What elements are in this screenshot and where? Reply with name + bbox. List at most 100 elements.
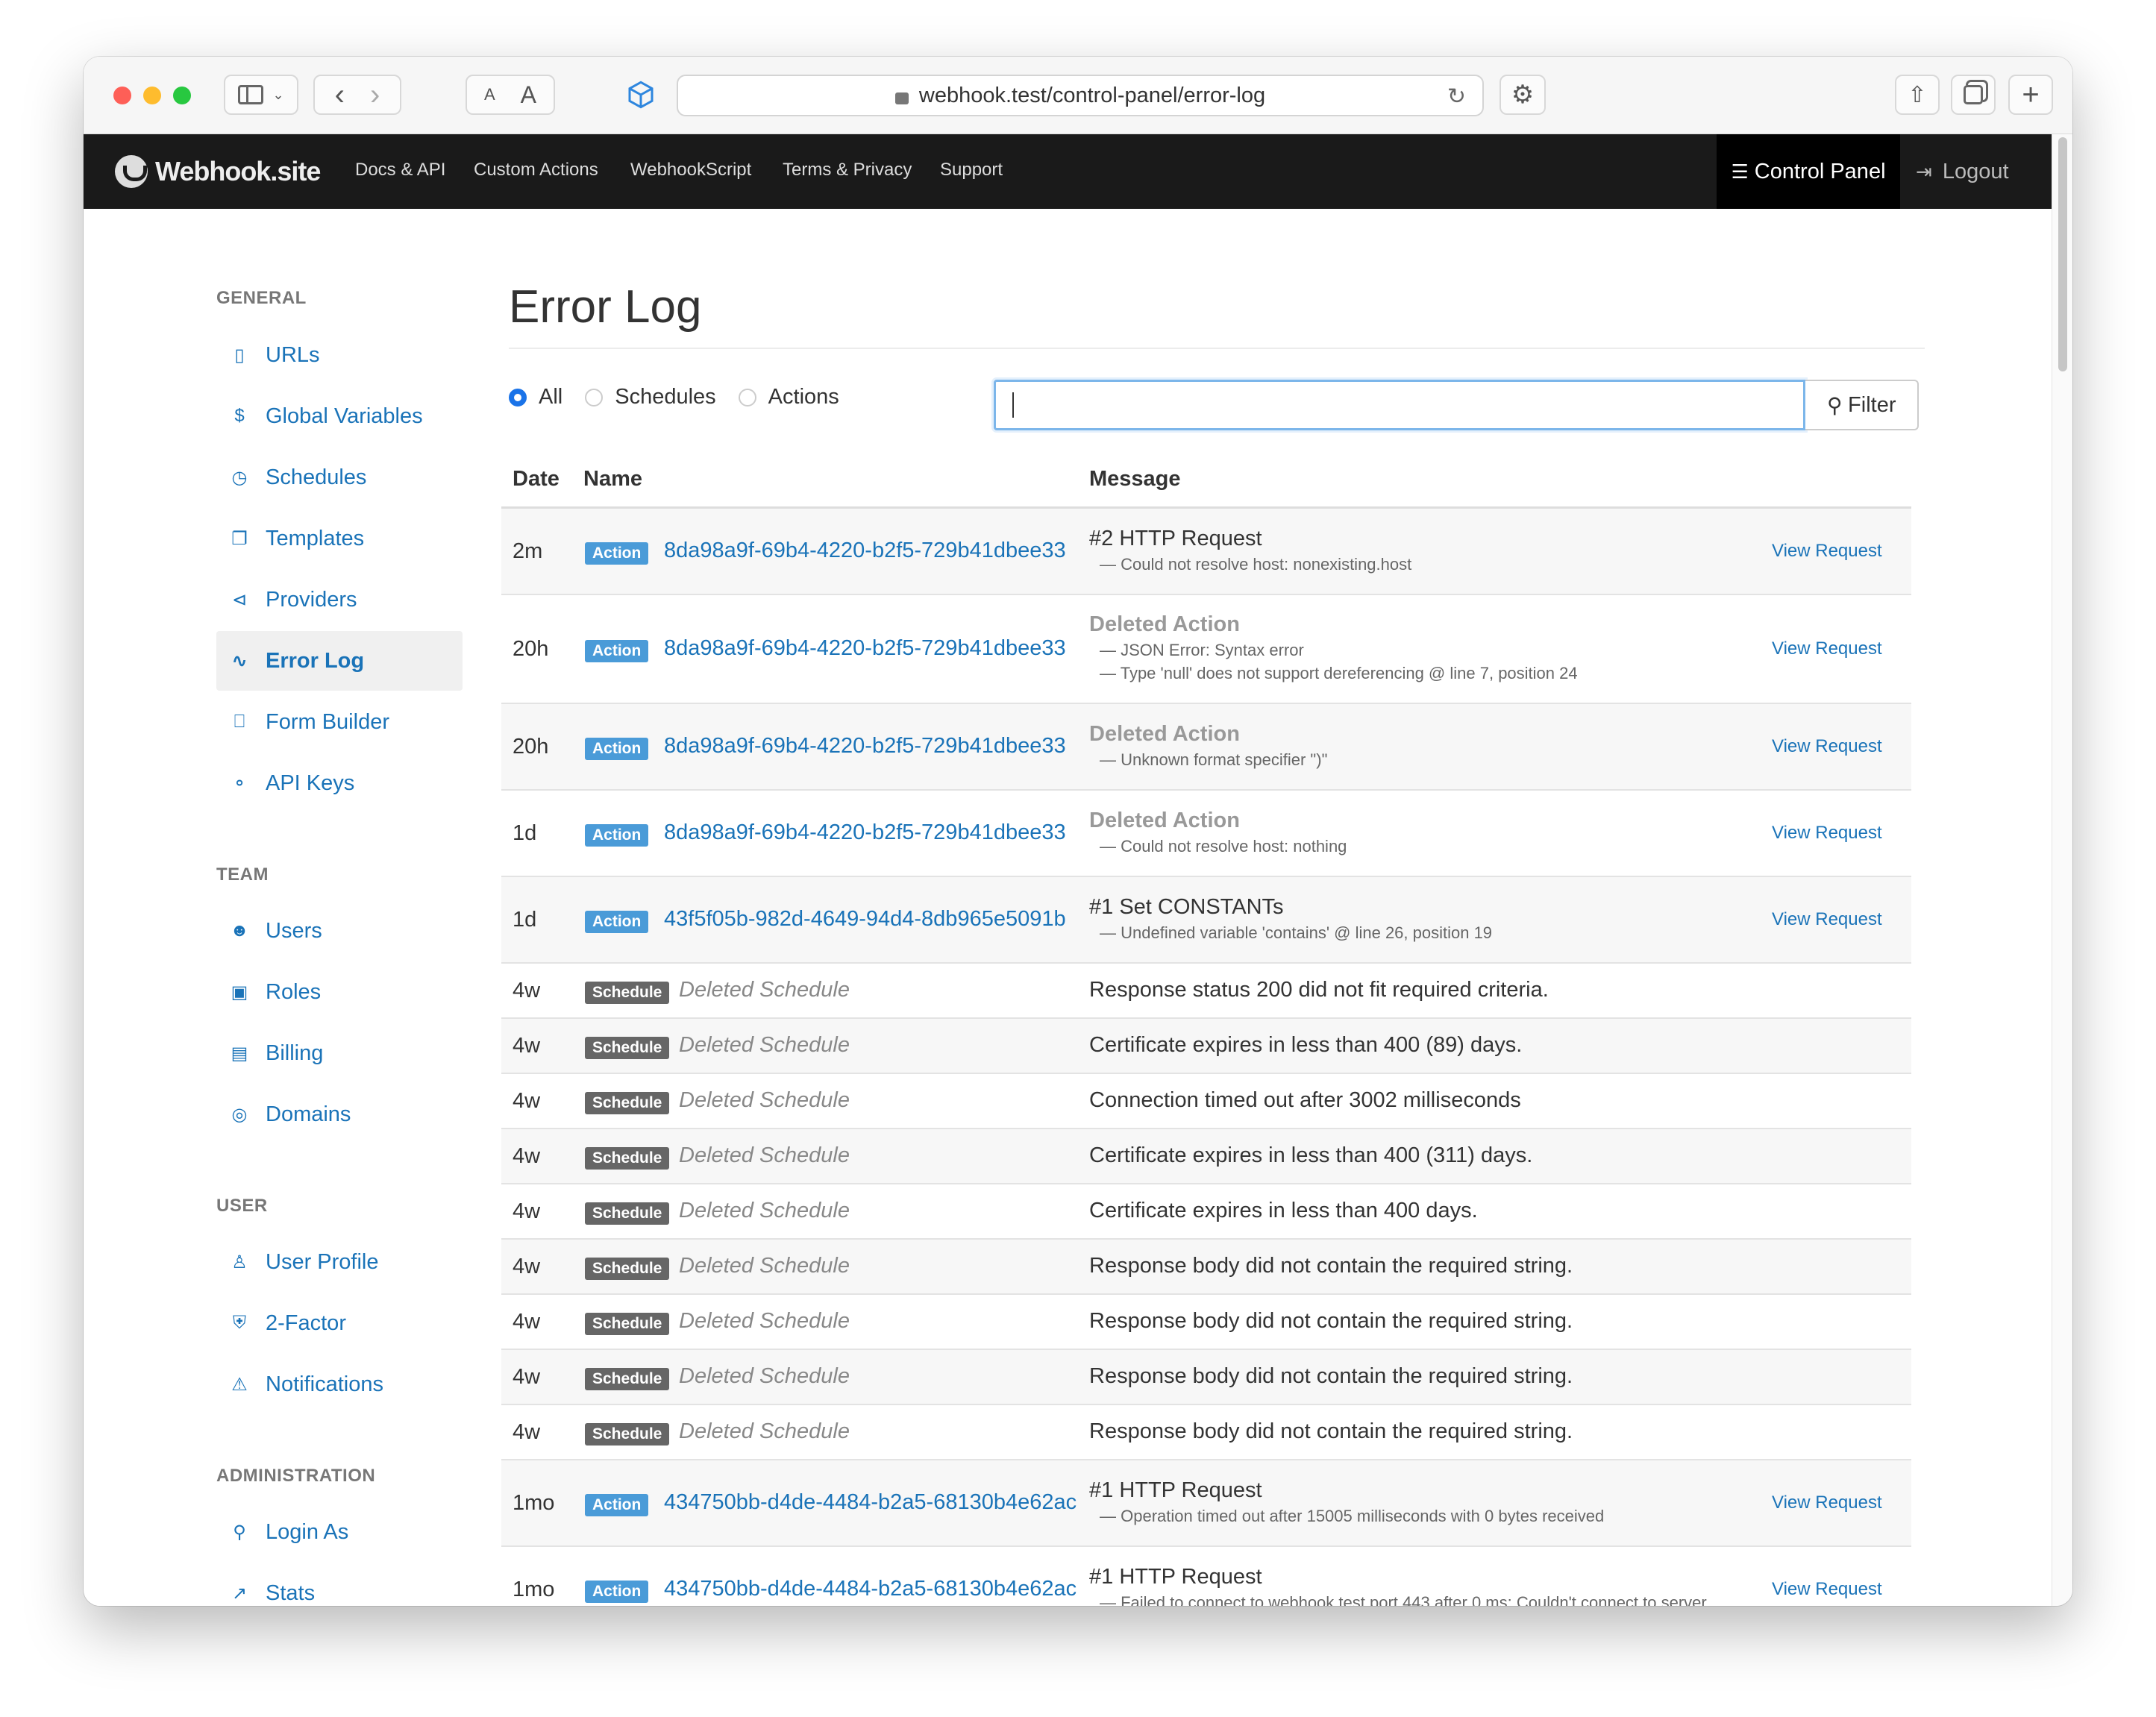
sidebar-heading-general: GENERAL [216,288,307,308]
sidebar-item-2-factor[interactable]: ⛨ 2-Factor [216,1293,463,1353]
sidebar-item-roles[interactable]: ▣ Roles [216,962,463,1022]
radio-schedules-label[interactable]: Schedules [615,385,715,409]
share-icon: ⊲ [231,589,248,610]
address-bar[interactable]: webhook.test/control-panel/error-log ↻ [677,75,1484,116]
radio-actions-label[interactable]: Actions [768,385,839,409]
sidebar-item-providers[interactable]: ⊲ Providers [216,570,463,630]
smaller-font-button[interactable]: A [484,85,495,104]
sidebar-item-error-log[interactable]: ∿ Error Log [216,631,463,691]
schedule-badge: Schedule [585,1423,670,1446]
brand-name: Webhook.site [155,156,321,186]
action-link[interactable]: 8da98a9f-69b4-4220-b2f5-729b41dbee33 [664,734,1066,759]
message-detail: — Failed to connect to webhook.test port… [1100,1592,1707,1607]
nav-webhookscript[interactable]: WebhookScript [630,160,751,181]
tabs-overview-button[interactable] [1951,75,1996,115]
action-link[interactable]: 434750bb-d4de-4484-b2a5-68130b4e62ac [664,1577,1077,1601]
share-button[interactable]: ⇧ [1895,75,1940,115]
nav-support[interactable]: Support [940,160,1003,181]
maximize-window-button[interactable] [173,87,191,104]
view-request-link[interactable]: View Request [1772,1579,1882,1600]
extension-box-icon[interactable] [618,75,664,115]
sidebar-item-global-variables[interactable]: $ Global Variables [216,386,463,446]
schedule-badge: Schedule [585,1313,670,1335]
search-input[interactable] [994,380,1805,430]
message-text: Connection timed out after 3002 millisec… [1089,1088,1521,1112]
sidebar-item-users[interactable]: ☻ Users [216,901,463,961]
back-icon[interactable]: ‹ [335,78,345,112]
message-title: Deleted Action [1089,808,1240,832]
font-size-buttons[interactable]: A A [466,75,555,115]
control-panel-link[interactable]: ☰ Control Panel [1717,134,1900,209]
sidebar-item-schedules[interactable]: ◷ Schedules [216,448,463,507]
view-request-link[interactable]: View Request [1772,736,1882,757]
view-request-link[interactable]: View Request [1772,823,1882,844]
message-text: Response body did not contain the requir… [1089,1419,1573,1443]
sidebar-item-user-profile[interactable]: ♙ User Profile [216,1232,463,1292]
nav-docs-api[interactable]: Docs & API [355,160,445,181]
filter-button[interactable]: ⚲ Filter [1805,380,1919,430]
logout-link[interactable]: ⇥ Logout [1916,160,2009,184]
view-request-link[interactable]: View Request [1772,541,1882,562]
action-link[interactable]: 8da98a9f-69b4-4220-b2f5-729b41dbee33 [664,820,1066,845]
view-request-link[interactable]: View Request [1772,638,1882,659]
reload-icon[interactable]: ↻ [1447,84,1466,110]
sidebar-item-stats[interactable]: ↗ Stats [216,1563,463,1606]
schedule-badge: Schedule [585,1037,670,1059]
sidebar-item-label: Login As [266,1519,349,1544]
row-date: 20h [513,735,549,759]
sidebar-toggle-button[interactable]: ⌄ [224,75,298,115]
close-window-button[interactable] [113,87,131,104]
larger-font-button[interactable]: A [521,81,536,109]
sidebar-item-notifications[interactable]: ⚠ Notifications [216,1355,463,1414]
sidebar-item-domains[interactable]: ◎ Domains [216,1084,463,1144]
radio-all[interactable] [509,388,527,407]
nav-terms-privacy[interactable]: Terms & Privacy [783,160,912,181]
row-date: 4w [513,1420,541,1444]
sidebar-heading-administration: ADMINISTRATION [216,1466,376,1486]
sidebar-item-form-builder[interactable]: ⎕ Form Builder [216,692,463,752]
sidebar-item-label: Global Variables [266,404,423,428]
radio-actions[interactable] [738,388,756,407]
view-request-link[interactable]: View Request [1772,1492,1882,1513]
back-forward-buttons[interactable]: ‹ › [313,75,401,115]
row-date: 4w [513,1365,541,1389]
row-date: 20h [513,637,549,661]
action-link[interactable]: 434750bb-d4de-4484-b2a5-68130b4e62ac [664,1490,1077,1515]
action-badge: Action [585,542,649,565]
schedule-badge: Schedule [585,1202,670,1225]
url-text[interactable]: webhook.test/control-panel/error-log [919,84,1265,108]
nav-custom-actions[interactable]: Custom Actions [474,160,598,181]
radio-all-label[interactable]: All [539,385,562,409]
sidebar-item-templates[interactable]: ❐ Templates [216,509,463,568]
sidebar-item-label: Billing [266,1040,324,1065]
message-detail: — JSON Error: Syntax error [1100,641,1304,659]
card-icon: ▤ [231,1043,248,1064]
sidebar-item-urls[interactable]: ▯ URLs [216,325,463,385]
sidebar-icon [238,85,264,104]
message-title: #1 HTTP Request [1089,1478,1262,1502]
action-link[interactable]: 43f5f05b-982d-4649-94d4-8db965e5091b [664,907,1066,932]
deleted-schedule-name: Deleted Schedule [679,1364,850,1388]
site-navbar: Webhook.site Docs & API Custom Actions W… [84,134,2052,209]
page-scrollbar[interactable] [2052,134,2072,1606]
new-tab-button[interactable]: + [2008,75,2053,115]
sidebar-item-login-as[interactable]: ⚲ Login As [216,1502,463,1562]
row-date: 4w [513,1255,541,1278]
action-link[interactable]: 8da98a9f-69b4-4220-b2f5-729b41dbee33 [664,539,1066,563]
settings-button[interactable]: ⚙ [1500,75,1546,115]
forward-icon[interactable]: › [370,78,380,112]
minimize-window-button[interactable] [143,87,161,104]
sidebar-item-billing[interactable]: ▤ Billing [216,1023,463,1083]
gear-icon: ⚙ [1511,81,1535,109]
deleted-schedule-name: Deleted Schedule [679,1199,850,1222]
table-row: 4w Schedule Deleted Schedule Response body … [501,1295,1911,1350]
row-date: 4w [513,1089,541,1113]
view-request-link[interactable]: View Request [1772,909,1882,930]
radio-schedules[interactable] [585,388,604,407]
brand-link[interactable]: Webhook.site [115,155,321,188]
action-link[interactable]: 8da98a9f-69b4-4220-b2f5-729b41dbee33 [664,636,1066,661]
sidebar-item-label: Users [266,918,322,943]
sidebar-heading-user: USER [216,1196,268,1216]
sidebar-item-api-keys[interactable]: ⚬ API Keys [216,753,463,813]
scrollbar-thumb[interactable] [2058,137,2067,371]
